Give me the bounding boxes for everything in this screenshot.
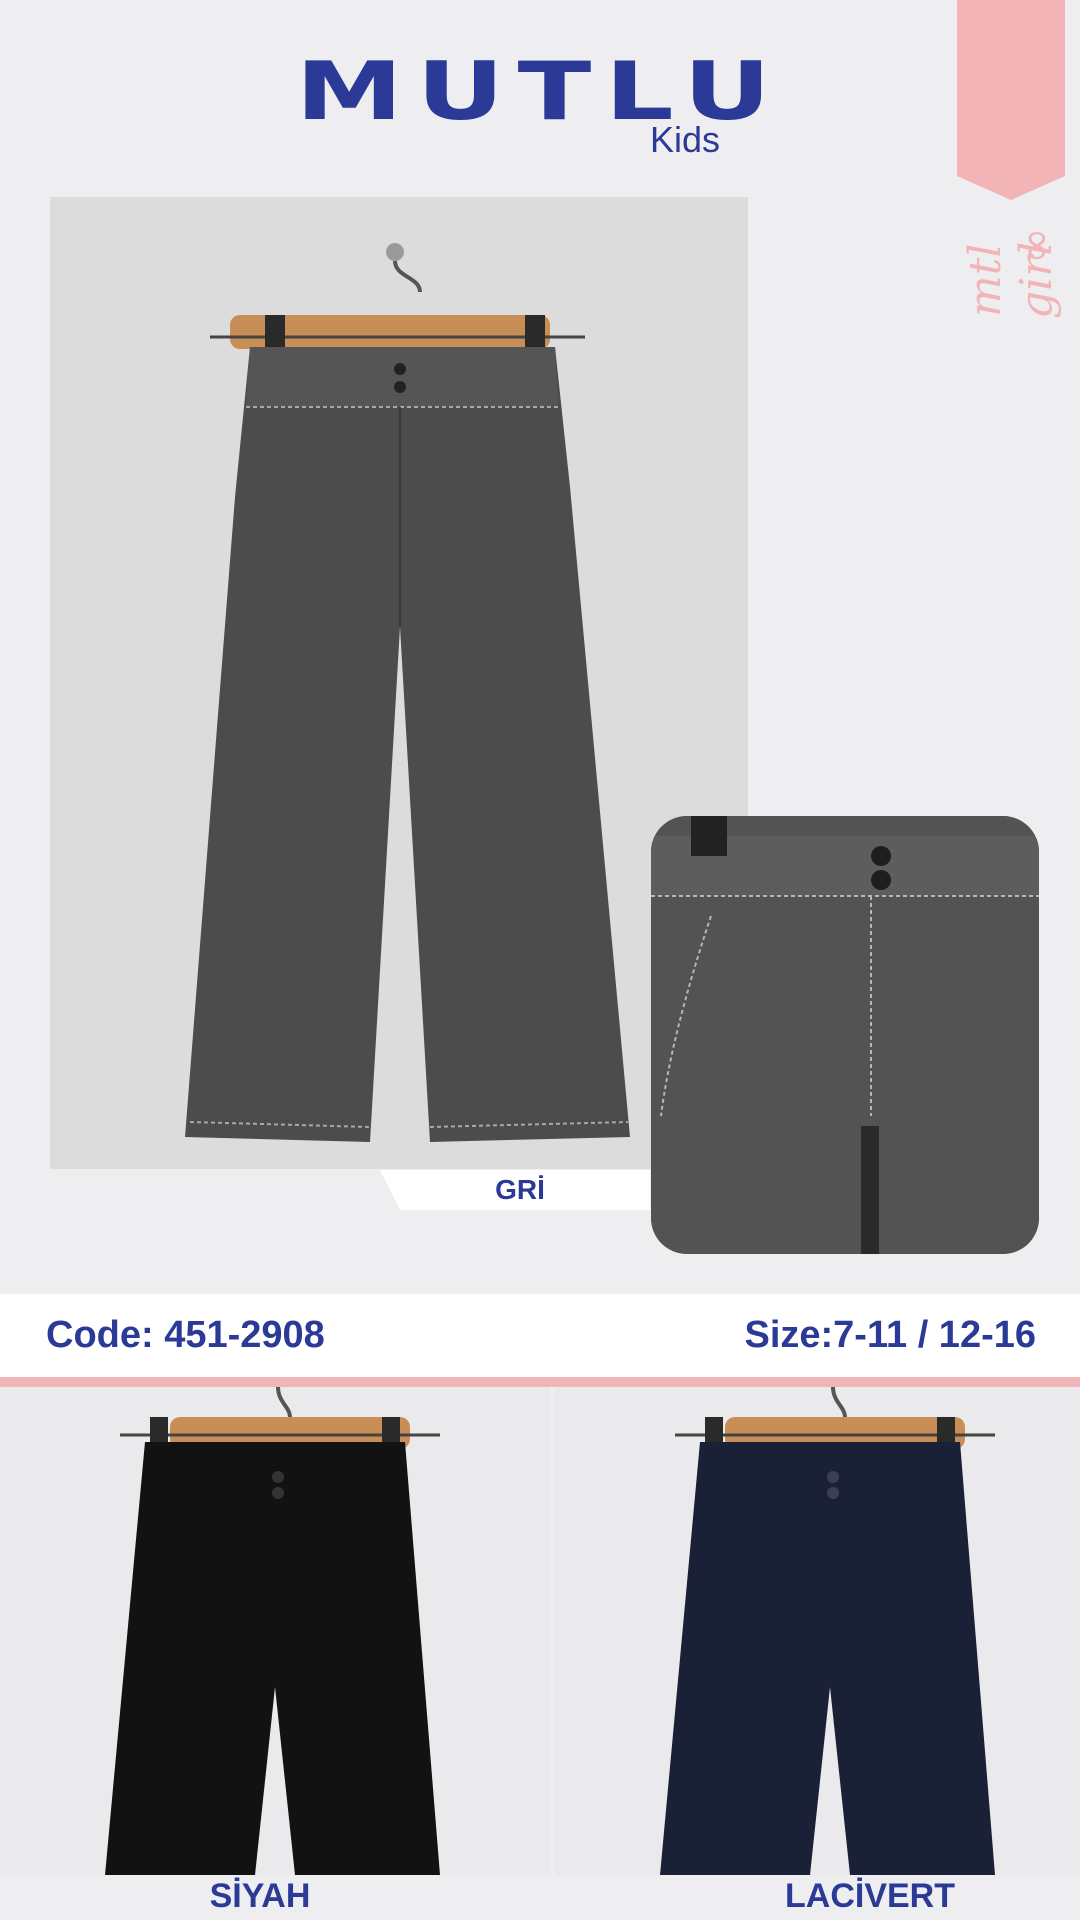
detail-photo: [651, 816, 1039, 1254]
bow-icon: ∞: [1009, 227, 1061, 264]
color-label-black: SİYAH: [209, 1877, 311, 1915]
navy-variant-photo: [555, 1387, 1080, 1875]
pink-divider: [0, 1377, 1080, 1387]
product-code: Code: 451-2908: [46, 1314, 325, 1356]
brand-logo: MUTLU: [295, 45, 785, 138]
main-product-photo: [50, 197, 748, 1169]
color-label-navy: LACİVERT: [785, 1877, 955, 1915]
color-label-gray: GRİ: [495, 1174, 545, 1205]
brand-logo-subtitle: Kids: [650, 119, 721, 160]
product-size: Size:7-11 / 12-16: [744, 1314, 1036, 1356]
black-variant-photo: [0, 1387, 550, 1875]
ribbon-text: mtl girl: [960, 241, 1062, 319]
